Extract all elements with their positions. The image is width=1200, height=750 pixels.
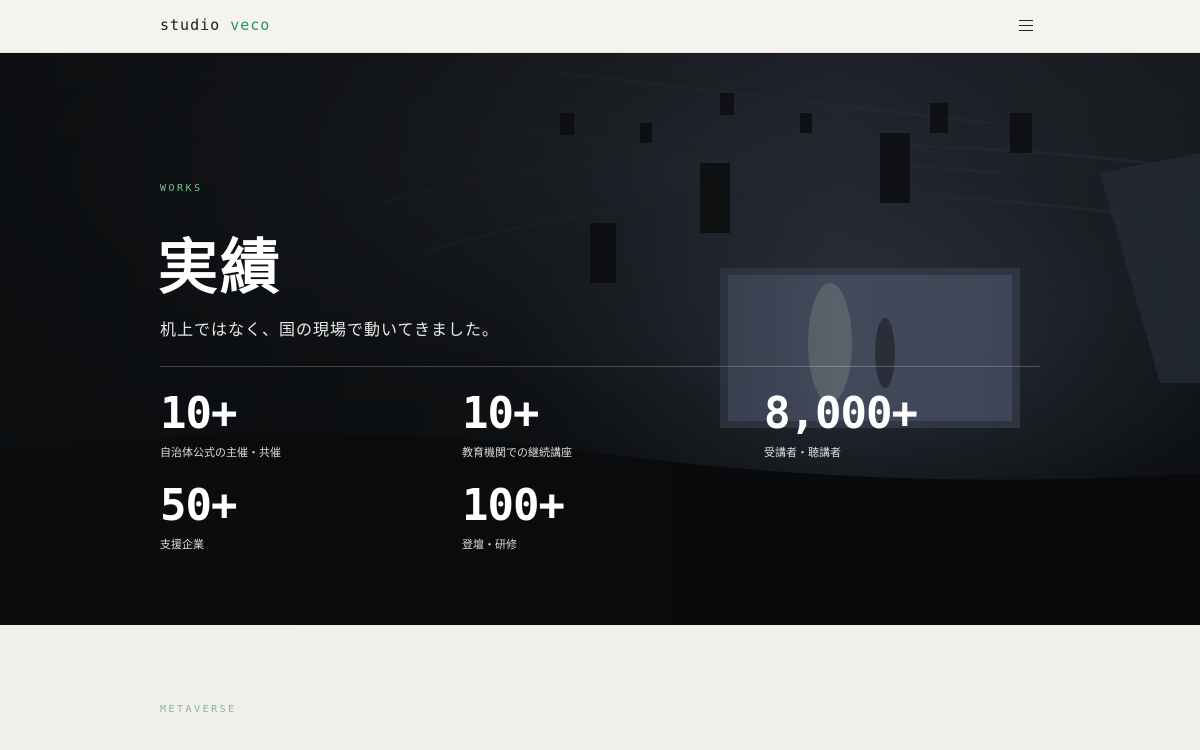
logo-text-accent: veco [230, 16, 271, 34]
site-header: studio veco [0, 0, 1200, 53]
stat-value: 50+ [160, 480, 237, 531]
stat-item: 50+ 支援企業 [160, 480, 237, 552]
stat-value: 8,000+ [764, 388, 918, 439]
logo-text-main: studio [160, 16, 231, 34]
stat-item: 100+ 登壇・研修 [462, 480, 565, 552]
stat-label: 教育機関での継続講座 [462, 446, 572, 459]
stat-value: 10+ [462, 388, 539, 439]
hero-subtitle: 机上ではなく、国の現場で動いてきました。 [160, 320, 500, 339]
hamburger-menu-icon[interactable] [1012, 12, 1040, 40]
stat-label: 自治体公式の主催・共催 [160, 446, 281, 459]
stat-label: 支援企業 [160, 538, 204, 551]
stat-label: 登壇・研修 [462, 538, 517, 551]
stat-item: 10+ 自治体公式の主催・共催 [160, 390, 281, 460]
metaverse-eyebrow: METAVERSE [160, 704, 237, 715]
stat-item: 10+ 教育機関での継続講座 [462, 390, 572, 460]
stat-item: 8,000+ 受講者・聴講者 [764, 388, 918, 460]
site-logo[interactable]: studio veco [160, 16, 270, 34]
works-eyebrow: WORKS [160, 183, 203, 194]
stat-value: 100+ [462, 480, 565, 531]
works-hero: WORKS 実績 机上ではなく、国の現場で動いてきました。 10+ 自治体公式の… [0, 53, 1200, 625]
metaverse-section: METAVERSE [0, 625, 1200, 750]
page-title: 実績 [158, 233, 282, 303]
stat-value: 10+ [160, 388, 237, 439]
stat-label: 受講者・聴講者 [764, 446, 841, 459]
divider [160, 366, 1040, 367]
